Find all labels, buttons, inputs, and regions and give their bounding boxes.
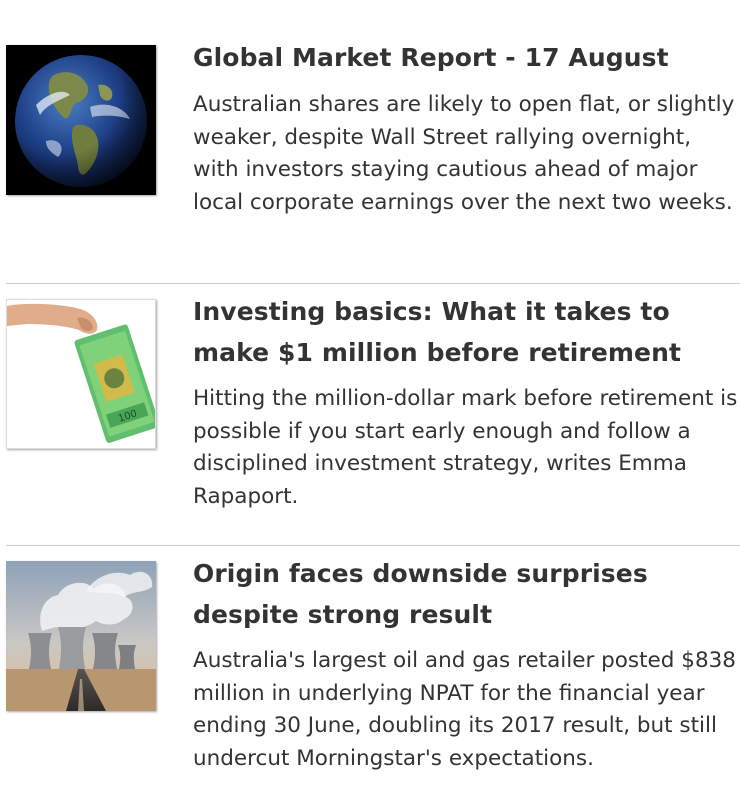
banknote-icon: 100 <box>7 300 155 448</box>
cooling-towers-thumbnail[interactable] <box>6 561 156 711</box>
hand-holding-banknote-thumbnail[interactable]: 100 <box>6 299 156 449</box>
article-summary: Hitting the million-dollar mark before r… <box>193 386 738 509</box>
article-headline[interactable]: Origin faces downside surprises despite … <box>193 553 738 635</box>
article-divider <box>6 545 740 546</box>
article-headline[interactable]: Investing basics: What it takes to make … <box>193 291 738 373</box>
article-divider <box>6 283 740 284</box>
article-summary: Australia's largest oil and gas retailer… <box>193 648 736 771</box>
earth-globe-icon <box>6 45 156 195</box>
article-summary: Australian shares are likely to open fla… <box>193 92 735 215</box>
article-headline[interactable]: Global Market Report - 17 August <box>193 37 738 78</box>
cooling-towers-icon <box>6 561 156 711</box>
earth-globe-thumbnail[interactable] <box>6 45 156 195</box>
